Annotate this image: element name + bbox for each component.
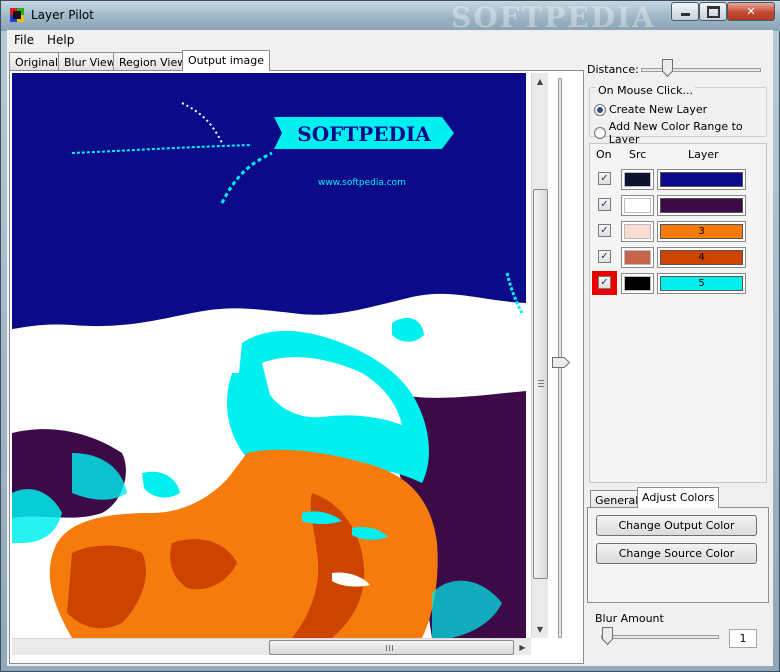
layer-color-swatch[interactable]: 1 [657,169,746,190]
layer-on-checkbox[interactable]: ✓ [598,250,611,263]
close-button[interactable]: ✕ [727,2,775,21]
image-vertical-scrollbar[interactable]: ▲ ▼ [531,73,548,638]
layer-on-checkbox[interactable]: ✓ [598,276,611,289]
layer-color-label: 3 [660,224,743,239]
layer-row[interactable]: ✓ 1 [590,167,766,191]
layer-row[interactable]: ✓ 5 [590,271,766,295]
radio-unchecked-icon[interactable] [594,127,606,139]
layer-color-swatch[interactable]: 3 [657,221,746,242]
layer-color-label: 4 [660,250,743,265]
title-bar[interactable]: Layer Pilot SOFTPEDIA ✕ [1,1,780,34]
layer-color-label: 1 [660,172,743,187]
scroll-right-icon[interactable]: ▶ [514,639,531,655]
create-new-layer-label: Create New Layer [609,103,708,116]
vertical-scroll-thumb[interactable] [533,189,548,579]
menu-bar: File Help [7,30,773,50]
posterized-image: SOFTPEDIA www.softpedia.com [12,73,526,638]
app-logo-icon [10,8,24,22]
source-color-fill [624,172,651,187]
layer-color-label: 2 [660,198,743,213]
layer-color-label: 5 [660,276,743,291]
menu-file[interactable]: File [14,33,34,47]
layer-color-swatch[interactable]: 4 [657,247,746,268]
column-on: On [596,148,612,161]
output-image[interactable]: SOFTPEDIA www.softpedia.com [12,73,526,638]
scroll-down-icon[interactable]: ▼ [532,621,548,638]
source-color-swatch[interactable] [621,247,654,268]
tab-region-view[interactable]: Region View [113,52,193,70]
grip-icon [538,380,544,387]
distance-slider-track[interactable] [641,68,761,72]
column-layer: Layer [688,148,719,161]
image-watermark: SOFTPEDIA [297,122,431,146]
source-color-swatch[interactable] [621,169,654,190]
source-color-fill [624,198,651,213]
distance-label: Distance: [587,63,639,76]
tab-general[interactable]: General [590,490,644,508]
source-color-swatch[interactable] [621,221,654,242]
source-color-fill [624,224,651,239]
layer-row[interactable]: ✓ 3 [590,219,766,243]
layer-on-checkbox[interactable]: ✓ [598,198,611,211]
source-color-fill [624,276,651,291]
create-new-layer-option[interactable]: Create New Layer [594,103,707,116]
blur-slider-track[interactable] [601,635,719,639]
layer-row[interactable]: ✓ 2 [590,193,766,217]
radio-checked-icon[interactable] [594,103,606,116]
window-title: Layer Pilot [31,8,94,22]
client-area: File Help Original Blur View Region View… [7,30,773,666]
change-output-color-button[interactable]: Change Output Color [596,515,757,536]
tab-adjust-colors[interactable]: Adjust Colors [637,487,720,508]
blur-slider-thumb[interactable] [602,627,613,645]
blur-amount-label: Blur Amount [595,612,664,625]
source-color-swatch[interactable] [621,195,654,216]
layer-on-checkbox[interactable]: ✓ [598,224,611,237]
blur-amount-value[interactable]: 1 [729,629,757,648]
layer-color-swatch[interactable]: 5 [657,273,746,294]
menu-help[interactable]: Help [47,33,74,47]
distance-slider-thumb[interactable] [662,59,673,77]
minimize-button[interactable] [671,2,699,21]
image-horizontal-scrollbar[interactable]: ▶ [12,638,531,655]
tab-original[interactable]: Original [9,52,65,70]
layer-color-swatch[interactable]: 2 [657,195,746,216]
maximize-icon [700,3,726,20]
column-src: Src [629,148,647,161]
close-icon: ✕ [746,5,756,18]
mouse-click-group-title: On Mouse Click... [596,84,696,97]
maximize-button[interactable] [699,2,727,21]
source-color-swatch[interactable] [621,273,654,294]
change-source-color-button[interactable]: Change Source Color [596,543,757,564]
minimize-icon [672,3,698,20]
tab-output-image[interactable]: Output image [182,50,270,71]
source-color-fill [624,250,651,265]
zoom-slider-thumb[interactable] [552,357,570,368]
horizontal-scroll-thumb[interactable] [269,640,514,655]
scroll-up-icon[interactable]: ▲ [532,73,548,90]
layer-on-checkbox[interactable]: ✓ [598,172,611,185]
grip-icon [386,645,393,651]
image-url: www.softpedia.com [318,178,406,188]
layer-row[interactable]: ✓ 4 [590,245,766,269]
